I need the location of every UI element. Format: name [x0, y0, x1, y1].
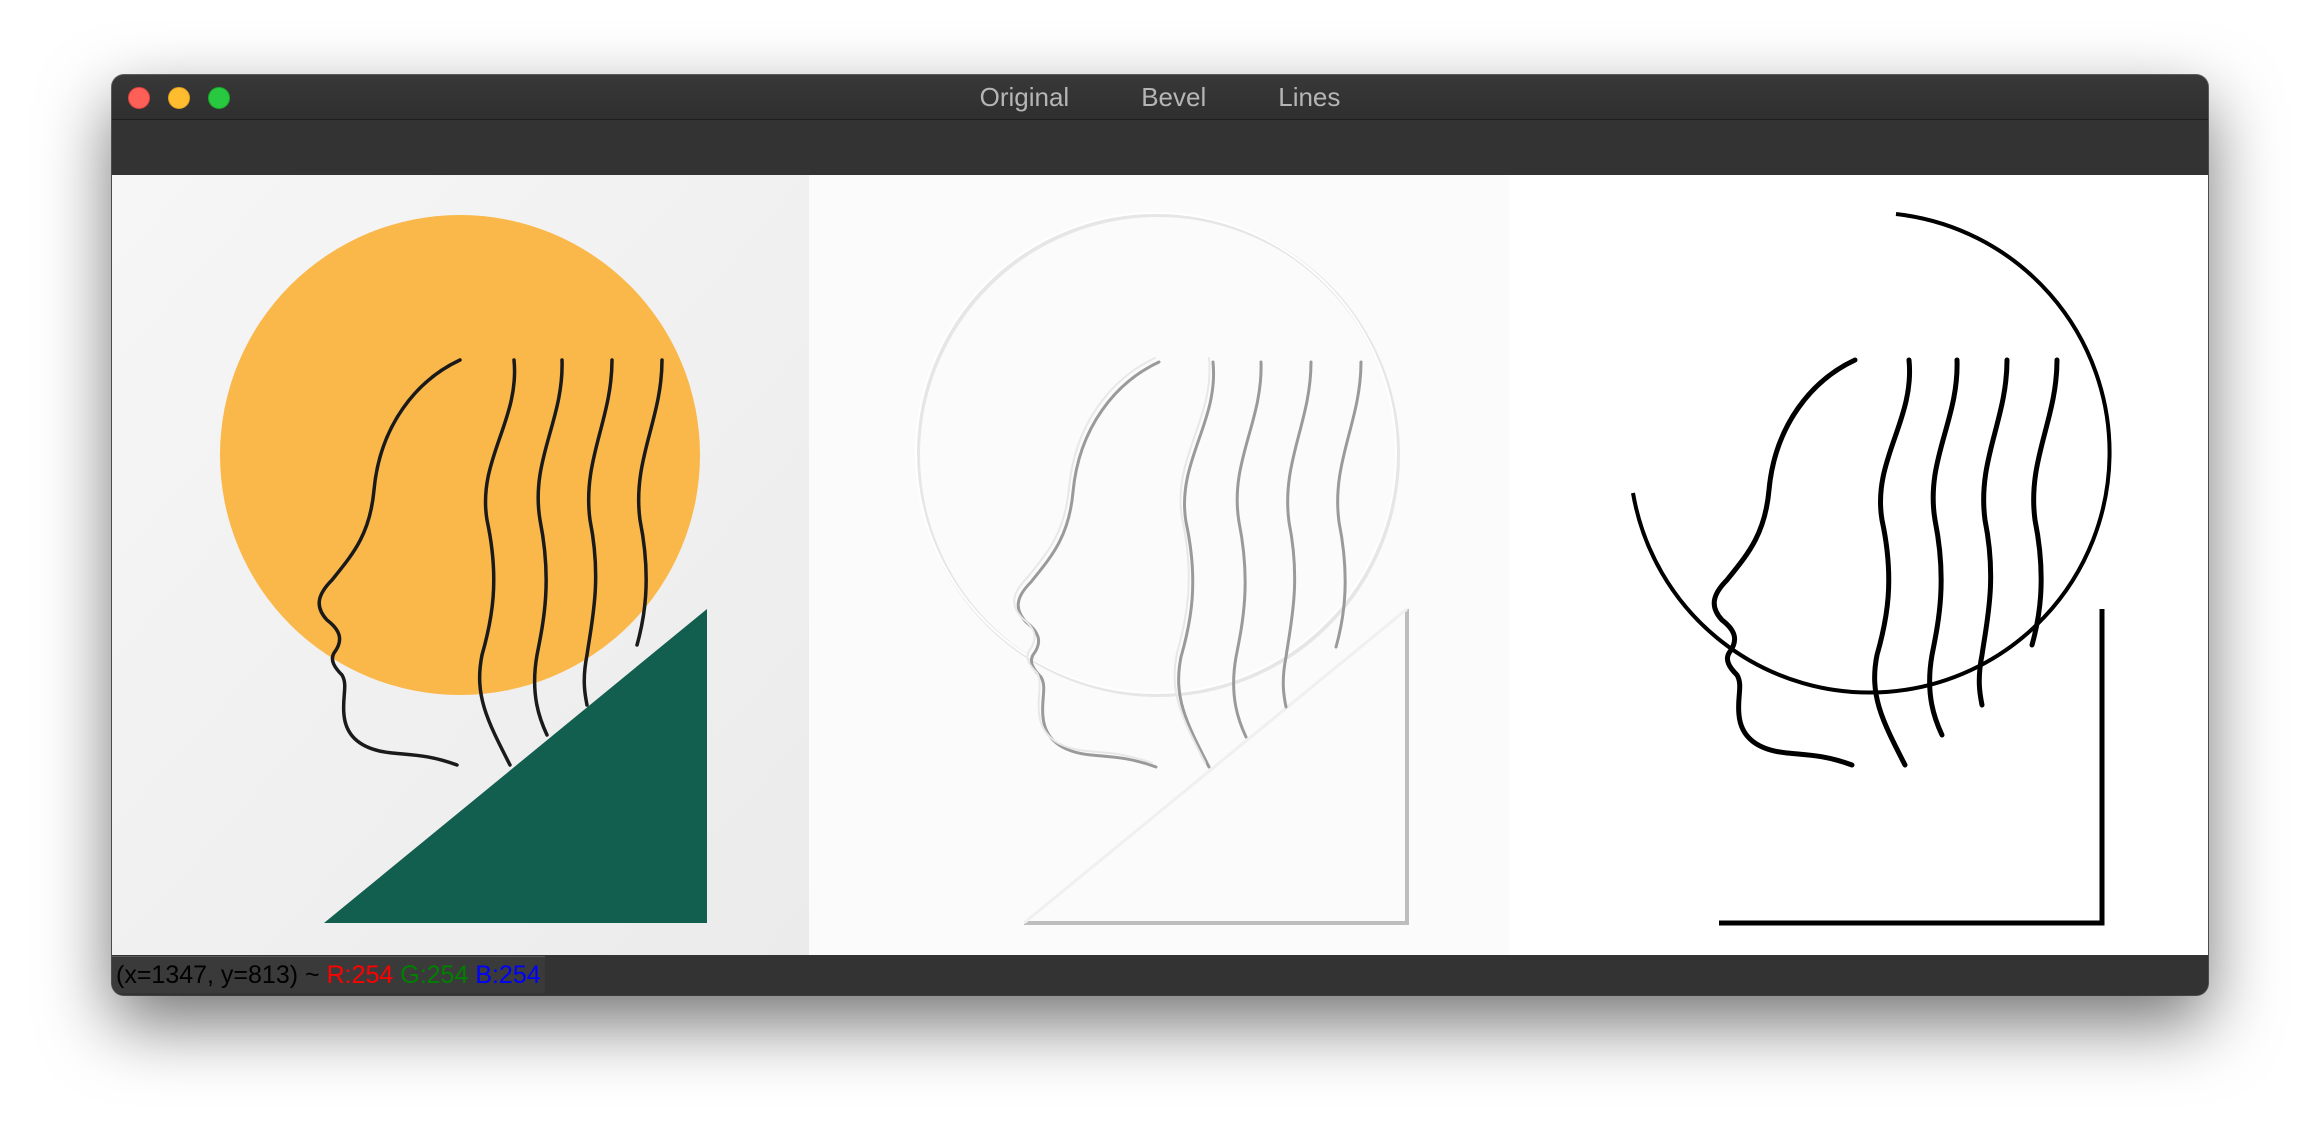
- tab-original[interactable]: Original: [980, 82, 1070, 113]
- bevel-image: [809, 175, 1509, 955]
- tab-lines[interactable]: Lines: [1278, 82, 1340, 113]
- toolbar: [112, 120, 2208, 175]
- lines-image: [1509, 175, 2208, 955]
- cursor-coordinates: (x=1347, y=813) ~: [116, 961, 320, 989]
- title-bar: Original Bevel Lines: [112, 75, 2208, 120]
- app-window: Original Bevel Lines (x=1347, y=813) ~ R…: [112, 75, 2208, 995]
- green-value: G:254: [400, 961, 469, 989]
- image-canvas[interactable]: [112, 175, 2208, 955]
- window-tabs: Original Bevel Lines: [112, 75, 2208, 119]
- lines-image-panel: [1509, 175, 2208, 955]
- original-image: [112, 175, 809, 955]
- bevel-image-panel: [809, 175, 1509, 955]
- blue-value: B:254: [475, 961, 541, 989]
- tab-bevel[interactable]: Bevel: [1141, 82, 1206, 113]
- pixel-readout: (x=1347, y=813) ~ R:254 G:254 B:254: [112, 956, 545, 993]
- original-image-panel: [112, 175, 809, 955]
- red-value: R:254: [326, 961, 394, 989]
- status-bar: (x=1347, y=813) ~ R:254 G:254 B:254: [112, 955, 2208, 995]
- sun-circle: [220, 215, 700, 695]
